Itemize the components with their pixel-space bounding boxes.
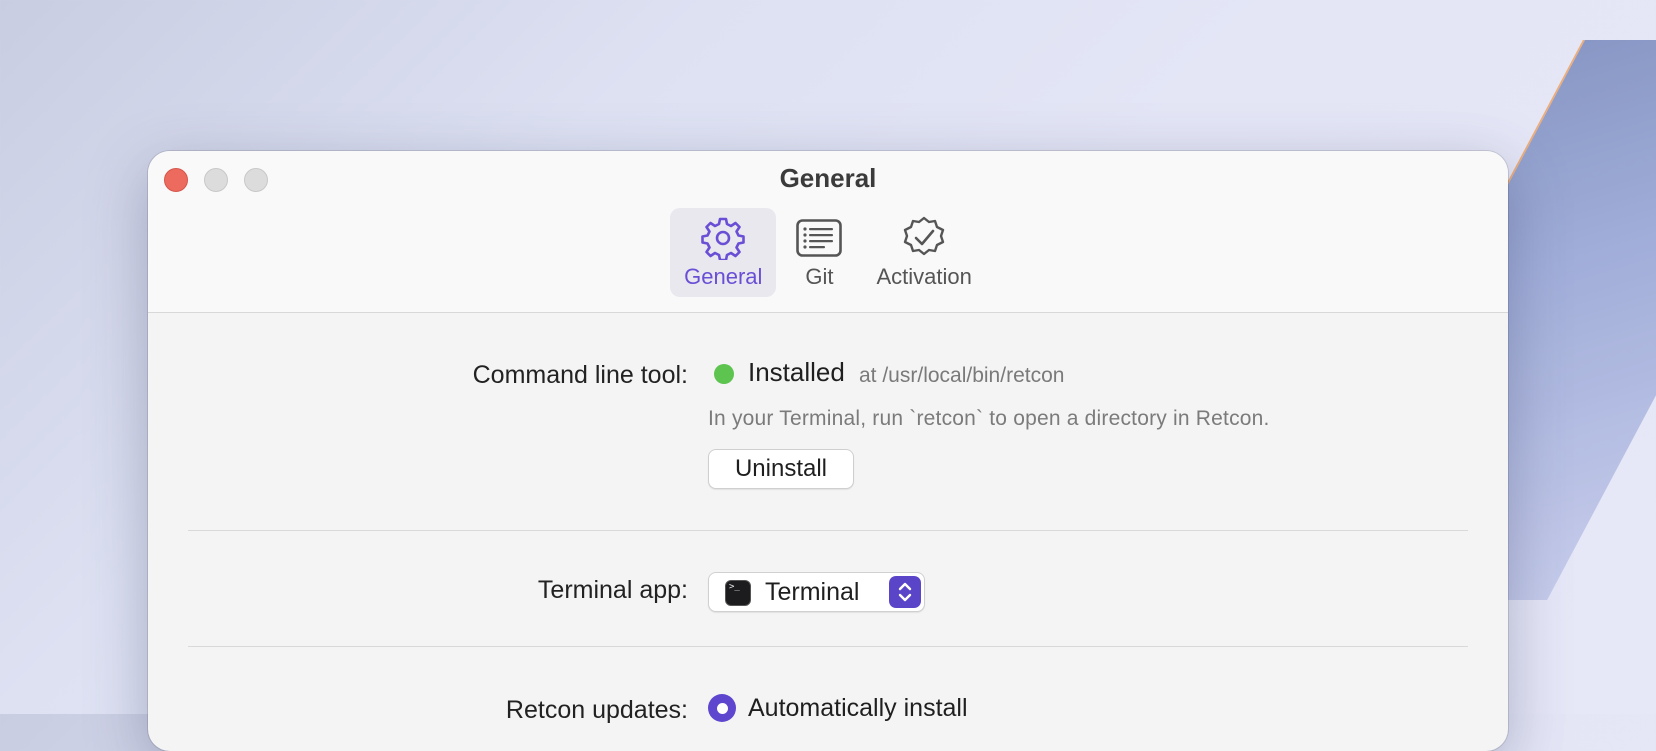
tab-activation-label: Activation xyxy=(876,264,972,289)
tab-git[interactable]: Git xyxy=(782,208,856,297)
tab-general[interactable]: General xyxy=(670,208,777,297)
gear-icon xyxy=(701,217,746,260)
terminal-app-select[interactable]: >_ Terminal xyxy=(708,572,925,612)
status-text: Installed xyxy=(748,357,845,387)
window-title: General xyxy=(779,163,877,193)
usage-hint: In your Terminal, run `retcon` to open a… xyxy=(708,407,1270,430)
terminal-app-label: Terminal app: xyxy=(537,576,688,604)
updates-label: Retcon updates: xyxy=(505,696,688,724)
chevron-up-down-icon xyxy=(898,582,912,602)
command-line-tool-label: Command line tool: xyxy=(472,361,688,389)
verified-badge-icon xyxy=(903,216,945,256)
select-stepper[interactable] xyxy=(889,576,921,608)
auto-install-radio[interactable] xyxy=(708,694,736,722)
terminal-app-value: Terminal xyxy=(765,578,860,606)
tab-general-label: General xyxy=(684,264,763,289)
tab-activation[interactable]: Activation xyxy=(862,208,985,297)
radio-selected-indicator xyxy=(716,702,728,714)
terminal-icon: >_ xyxy=(725,580,751,606)
tab-git-label: Git xyxy=(805,264,834,289)
settings-tabs: General Git Activation xyxy=(148,208,1508,297)
settings-window: General General Git Activation Command l… xyxy=(148,151,1508,751)
install-path: at /usr/local/bin/retcon xyxy=(859,364,1065,387)
section-divider xyxy=(188,646,1468,647)
list-icon xyxy=(796,219,843,257)
uninstall-button[interactable]: Uninstall xyxy=(708,449,854,489)
auto-install-label: Automatically install xyxy=(748,694,968,722)
section-divider xyxy=(188,530,1468,531)
window-titlebar: General General Git Activation xyxy=(148,151,1508,313)
status-indicator xyxy=(714,364,734,384)
